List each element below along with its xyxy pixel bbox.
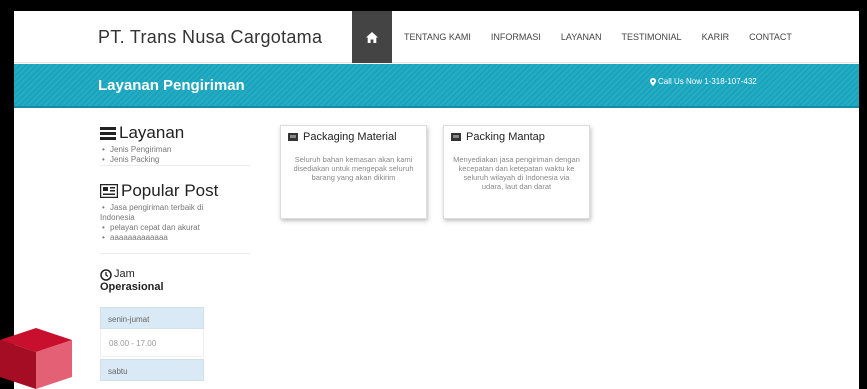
- screen-border: [859, 0, 867, 389]
- brand-name[interactable]: PT. Trans Nusa Cargotama: [98, 27, 322, 48]
- nav-informasi[interactable]: INFORMASI: [491, 32, 541, 42]
- map-marker-icon: [650, 77, 656, 86]
- package-icon: [451, 133, 461, 141]
- popular-post-link[interactable]: pelayan cepat dan akurat: [100, 223, 218, 233]
- sidebar-divider: [100, 253, 250, 254]
- popular-post-link[interactable]: Jasa pengiriman terbaik di: [100, 203, 218, 213]
- nav-layanan[interactable]: LAYANAN: [561, 32, 602, 42]
- layanan-link-jenis-pengiriman[interactable]: Jenis Pengiriman: [100, 145, 184, 155]
- service-card-packing-mantap[interactable]: Packing Mantap Menyediakan jasa pengirim…: [443, 125, 590, 219]
- list-icon: [100, 126, 116, 140]
- top-navbar: PT. Trans Nusa Cargotama TENTANG KAMI IN…: [14, 11, 859, 63]
- schedule-time: 08.00 - 17.00: [100, 329, 204, 357]
- sidebar-popular-heading: Popular Post: [100, 181, 218, 201]
- newspaper-icon: [100, 184, 118, 198]
- page-banner: Layanan Pengiriman Call Us Now 1-318-107…: [14, 64, 859, 108]
- main-nav: TENTANG KAMI INFORMASI LAYANAN TESTIMONI…: [404, 11, 812, 63]
- call-us-label: Call Us Now 1-318-107-432: [658, 77, 757, 86]
- page-title: Layanan Pengiriman: [98, 77, 245, 94]
- call-us-text: Call Us Now 1-318-107-432: [650, 77, 757, 86]
- sidebar-layanan-title: Layanan: [119, 123, 185, 142]
- package-icon: [288, 133, 298, 141]
- watermark-logo: [0, 328, 72, 389]
- page: PT. Trans Nusa Cargotama TENTANG KAMI IN…: [14, 11, 859, 389]
- nav-testimonial[interactable]: TESTIMONIAL: [622, 32, 682, 42]
- sidebar-divider: [100, 165, 250, 166]
- sidebar-popular-title: Popular Post: [121, 181, 219, 200]
- clock-icon: [100, 269, 112, 281]
- nav-karir[interactable]: KARIR: [702, 32, 730, 42]
- layanan-link-jenis-packing[interactable]: Jenis Packing: [100, 155, 184, 165]
- card-title: Packaging Material: [303, 131, 397, 143]
- popular-post-link-cont[interactable]: Indonesia: [100, 213, 218, 223]
- nav-tentang-kami[interactable]: TENTANG KAMI: [404, 32, 471, 42]
- service-card-packaging-material[interactable]: Packaging Material Seluruh bahan kemasan…: [280, 125, 427, 219]
- popular-post-link[interactable]: aaaaaaaaaaaaa: [100, 233, 218, 243]
- nav-contact[interactable]: CONTACT: [749, 32, 792, 42]
- schedule-day: sabtu: [100, 359, 204, 381]
- card-header: Packing Mantap: [444, 126, 589, 143]
- layanan-list: Jenis Pengiriman Jenis Packing: [100, 145, 184, 165]
- popular-post-list: Jasa pengiriman terbaik di Indonesia pel…: [100, 203, 218, 243]
- home-icon: [366, 31, 378, 43]
- card-header: Packaging Material: [281, 126, 426, 143]
- home-button[interactable]: [352, 11, 392, 63]
- sidebar-layanan: Layanan Jenis Pengiriman Jenis Packing: [100, 123, 184, 165]
- sidebar-jam-operasional: Jam Operasional: [100, 268, 164, 294]
- card-description: Seluruh bahan kemasan akan kami disediak…: [293, 155, 414, 182]
- sidebar-popular-post: Popular Post Jasa pengiriman terbaik di …: [100, 181, 218, 243]
- schedule-saturday: sabtu: [100, 359, 204, 381]
- schedule-day: senin-jumat: [100, 307, 204, 329]
- jam-title-line2: Operasional: [100, 281, 164, 293]
- sidebar-layanan-heading: Layanan: [100, 123, 184, 143]
- schedule-weekday: senin-jumat 08.00 - 17.00: [100, 307, 204, 357]
- jam-title-line1: Jam: [114, 268, 135, 280]
- jam-heading: Jam: [100, 268, 164, 281]
- card-title: Packing Mantap: [466, 131, 545, 143]
- card-description: Menyediakan jasa pengiriman dengan kecep…: [453, 155, 580, 191]
